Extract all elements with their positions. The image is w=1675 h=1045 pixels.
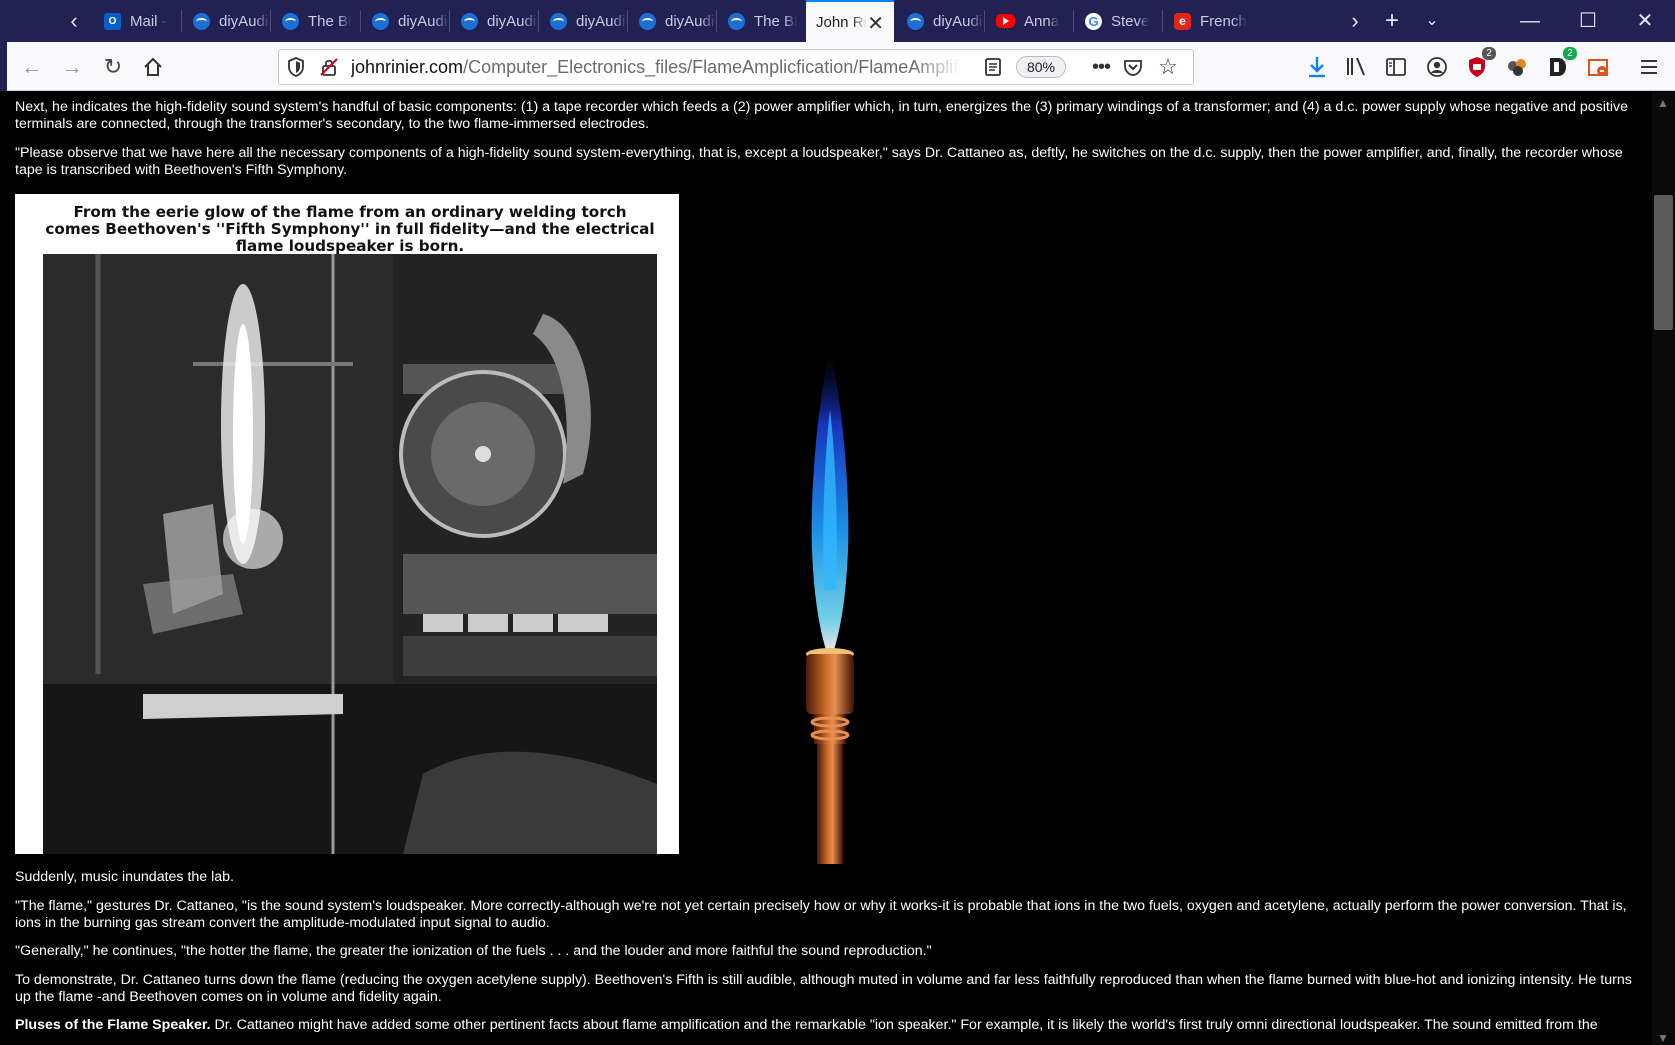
close-window-button[interactable]: ✕	[1617, 0, 1673, 42]
ublock-badge: 2	[1482, 47, 1496, 60]
tab[interactable]: diyAudio	[449, 0, 538, 42]
bookmark-star-icon[interactable]: ☆	[1155, 53, 1181, 81]
pluses-heading: Pluses of the Flame Speaker.	[15, 1017, 211, 1033]
url-text[interactable]: johnrinier.com/Computer_Electronics_file…	[351, 50, 961, 84]
diyaudio-icon	[550, 12, 567, 30]
tab[interactable]: O Mail -	[92, 0, 181, 42]
paragraph-flame-gestures: "The flame," gestures Dr. Cattaneo, "is …	[15, 898, 1627, 931]
insecure-lock-icon[interactable]	[319, 57, 339, 77]
tab[interactable]: diyAudio	[627, 0, 716, 42]
tab[interactable]: Anna	[984, 0, 1073, 42]
hamburger-menu-icon[interactable]	[1636, 54, 1662, 80]
diyaudio-icon	[907, 12, 924, 30]
new-tab-button[interactable]: +	[1372, 0, 1412, 42]
diyaudio-icon	[639, 12, 656, 30]
scroll-up-arrow-icon[interactable]: ▲	[1657, 96, 1671, 110]
tab-label: diyAudio	[398, 12, 449, 30]
outlook-icon: O	[104, 12, 121, 30]
reader-view-icon[interactable]	[983, 57, 1003, 77]
url-path: /Computer_Electronics_files/FlameAmplicf…	[463, 57, 961, 77]
tab[interactable]: diyAudio	[895, 0, 984, 42]
tab-active[interactable]: John Ri ✕	[806, 0, 894, 42]
reload-button[interactable]: ↻	[96, 50, 130, 84]
page-content: Next, he indicates the high-fidelity sou…	[0, 92, 1652, 1045]
paragraph-music: Suddenly, music inundates the lab.	[15, 869, 234, 885]
minimize-button[interactable]: —	[1502, 0, 1558, 42]
tab-scroll-right-button[interactable]: ›	[1337, 0, 1373, 42]
tab-label: The Bl	[754, 12, 798, 30]
tab[interactable]: e French	[1162, 0, 1251, 42]
tab-label: Steve	[1111, 12, 1150, 30]
tab-label: The Bl	[308, 12, 352, 30]
diyaudio-icon	[193, 12, 210, 30]
scroll-down-arrow-icon[interactable]: ▼	[1657, 1031, 1671, 1045]
paragraph-demonstrate: To demonstrate, Dr. Cattaneo turns down …	[15, 972, 1632, 1005]
screenshot-extension-icon[interactable]	[1585, 54, 1611, 80]
ublock-extension-button[interactable]: 2	[1464, 47, 1496, 80]
tab-label: diyAudio	[219, 12, 270, 30]
diyaudio-icon	[282, 12, 299, 30]
tab-strip: ‹ O Mail - diyAudio The Bl diyAudio diyAudio d…	[0, 0, 1675, 42]
diyaudio-icon	[461, 12, 478, 30]
account-icon[interactable]	[1424, 54, 1450, 80]
tab[interactable]: diyAudio	[181, 0, 270, 42]
url-host: johnrinier.com	[351, 57, 464, 77]
paragraph-generally: "Generally," he continues, "the hotter t…	[15, 943, 932, 959]
maximize-button[interactable]: ☐	[1560, 0, 1616, 42]
home-button[interactable]	[136, 50, 170, 84]
dashlane-badge: 2	[1563, 47, 1577, 60]
diyaudio-icon	[728, 12, 745, 30]
back-button[interactable]: ←	[15, 50, 49, 84]
tab-label: John Ri	[816, 13, 867, 31]
youtube-icon	[996, 14, 1015, 28]
tab[interactable]: diyAudio	[538, 0, 627, 42]
diyaudio-icon	[372, 12, 389, 30]
paragraph-components: Next, he indicates the high-fidelity sou…	[15, 99, 1629, 132]
dashlane-extension-button[interactable]: 2	[1545, 47, 1577, 80]
tab[interactable]: The Bl	[270, 0, 359, 42]
pluses-text: Dr. Cattaneo might have added some other…	[210, 1017, 1598, 1033]
google-icon: G	[1085, 12, 1102, 30]
tab-label: diyAudio	[933, 12, 984, 30]
tab-label: diyAudio	[665, 12, 716, 30]
photo-caption: From the eerie glow of the flame from an…	[45, 203, 655, 255]
lab-equipment-illustration	[43, 254, 657, 854]
forward-button[interactable]: →	[55, 50, 89, 84]
french-icon: e	[1174, 12, 1191, 30]
zoom-level-button[interactable]: 80%	[1016, 56, 1066, 78]
scrollbar-thumb[interactable]	[1654, 195, 1673, 330]
bunsen-burner-flame-image	[790, 350, 870, 920]
lab-photograph	[43, 254, 657, 854]
tracking-protection-shield-icon[interactable]	[287, 57, 305, 77]
burner-flame-illustration	[806, 350, 854, 864]
address-bar[interactable]: johnrinier.com/Computer_Electronics_file…	[278, 49, 1194, 85]
paragraph-pluses: Pluses of the Flame Speaker. Dr. Cattane…	[15, 1017, 1635, 1034]
tab-label: French	[1200, 12, 1247, 30]
list-all-tabs-button[interactable]: ⌄	[1412, 0, 1452, 42]
extension-balls-icon[interactable]	[1504, 54, 1530, 80]
paragraph-observe: "Please observe that we have here all th…	[15, 145, 1623, 178]
tab[interactable]: The Bl	[716, 0, 805, 42]
close-tab-icon[interactable]: ✕	[867, 11, 884, 36]
tab-label: diyAudio	[487, 12, 538, 30]
tab[interactable]: G Steve	[1073, 0, 1162, 42]
page-actions-menu-icon[interactable]: •••	[1087, 52, 1115, 82]
downloads-icon[interactable]	[1304, 54, 1330, 80]
pocket-icon[interactable]	[1123, 57, 1143, 77]
library-icon[interactable]	[1343, 54, 1369, 80]
tab-scroll-left-button[interactable]: ‹	[56, 0, 92, 42]
tab-label: Anna	[1024, 12, 1060, 30]
vertical-scrollbar[interactable]: ▲ ▼	[1652, 92, 1675, 1045]
sidebar-icon[interactable]	[1383, 54, 1409, 80]
tab-label: diyAudio	[576, 12, 627, 30]
navigation-toolbar: ← → ↻ johnrinier.com/Computer_Electronic…	[0, 42, 1675, 91]
tab-label: Mail -	[130, 12, 167, 30]
tab[interactable]: diyAudio	[360, 0, 449, 42]
flame-speaker-photo: From the eerie glow of the flame from an…	[15, 194, 679, 854]
home-icon	[144, 57, 162, 76]
